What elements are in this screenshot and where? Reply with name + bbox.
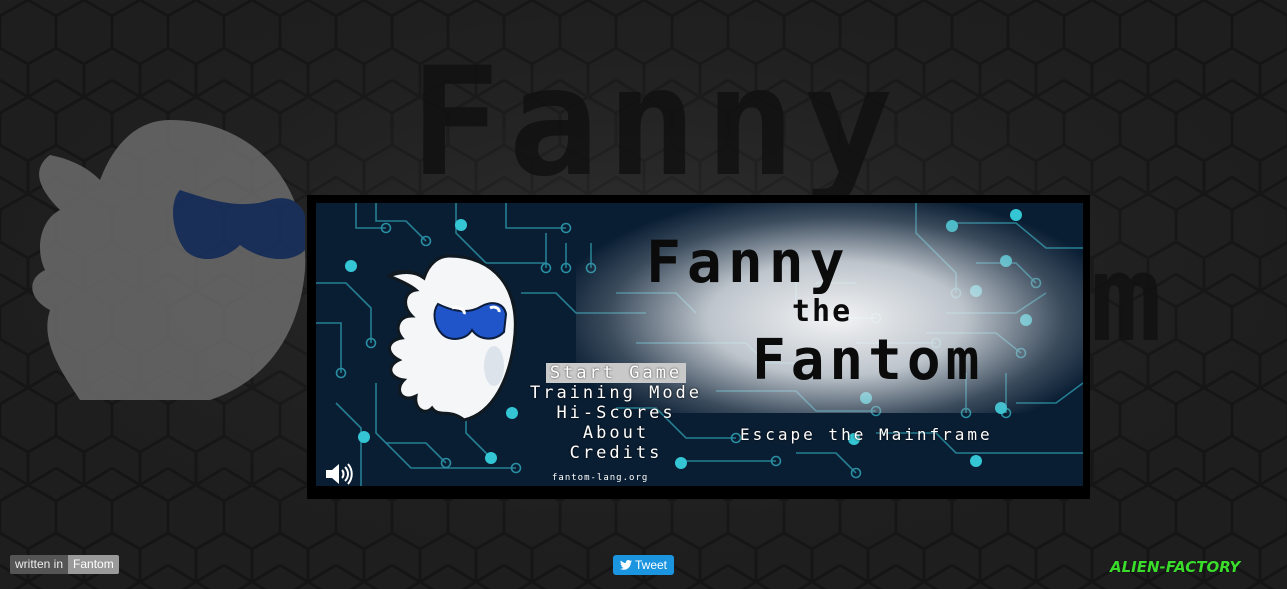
background-title-fragment: m bbox=[1090, 230, 1163, 369]
game-frame: Fanny the Fantom Start Game Training Mod… bbox=[307, 195, 1090, 499]
written-in-label: written in bbox=[10, 555, 69, 574]
site-link[interactable]: fantom-lang.org bbox=[552, 473, 648, 483]
menu-hi-scores[interactable]: Hi-Scores bbox=[496, 403, 736, 423]
language-label: Fantom bbox=[68, 555, 119, 574]
game-subtitle: Escape the Mainframe bbox=[740, 425, 993, 444]
menu-training-mode[interactable]: Training Mode bbox=[496, 383, 736, 403]
speaker-icon[interactable] bbox=[324, 461, 354, 486]
main-menu: Start Game Training Mode Hi-Scores About… bbox=[496, 363, 736, 463]
menu-start-game[interactable]: Start Game bbox=[545, 363, 687, 383]
game-canvas[interactable]: Fanny the Fantom Start Game Training Mod… bbox=[316, 203, 1083, 486]
game-title-the: the bbox=[792, 294, 853, 329]
background-ghost-icon bbox=[32, 120, 306, 400]
menu-credits[interactable]: Credits bbox=[496, 443, 736, 463]
alien-factory-logo[interactable]: ALIEN-FACTORY bbox=[1110, 558, 1240, 576]
tweet-label: Tweet bbox=[634, 558, 667, 572]
game-title-fanny: Fanny bbox=[646, 228, 851, 296]
background-title: Fanny bbox=[410, 36, 902, 210]
game-title-fantom: Fantom bbox=[752, 328, 985, 393]
written-in-badge[interactable]: written in Fantom bbox=[10, 555, 119, 574]
twitter-bird-icon bbox=[619, 560, 632, 570]
tweet-button[interactable]: Tweet bbox=[613, 555, 674, 575]
menu-about[interactable]: About bbox=[496, 423, 736, 443]
